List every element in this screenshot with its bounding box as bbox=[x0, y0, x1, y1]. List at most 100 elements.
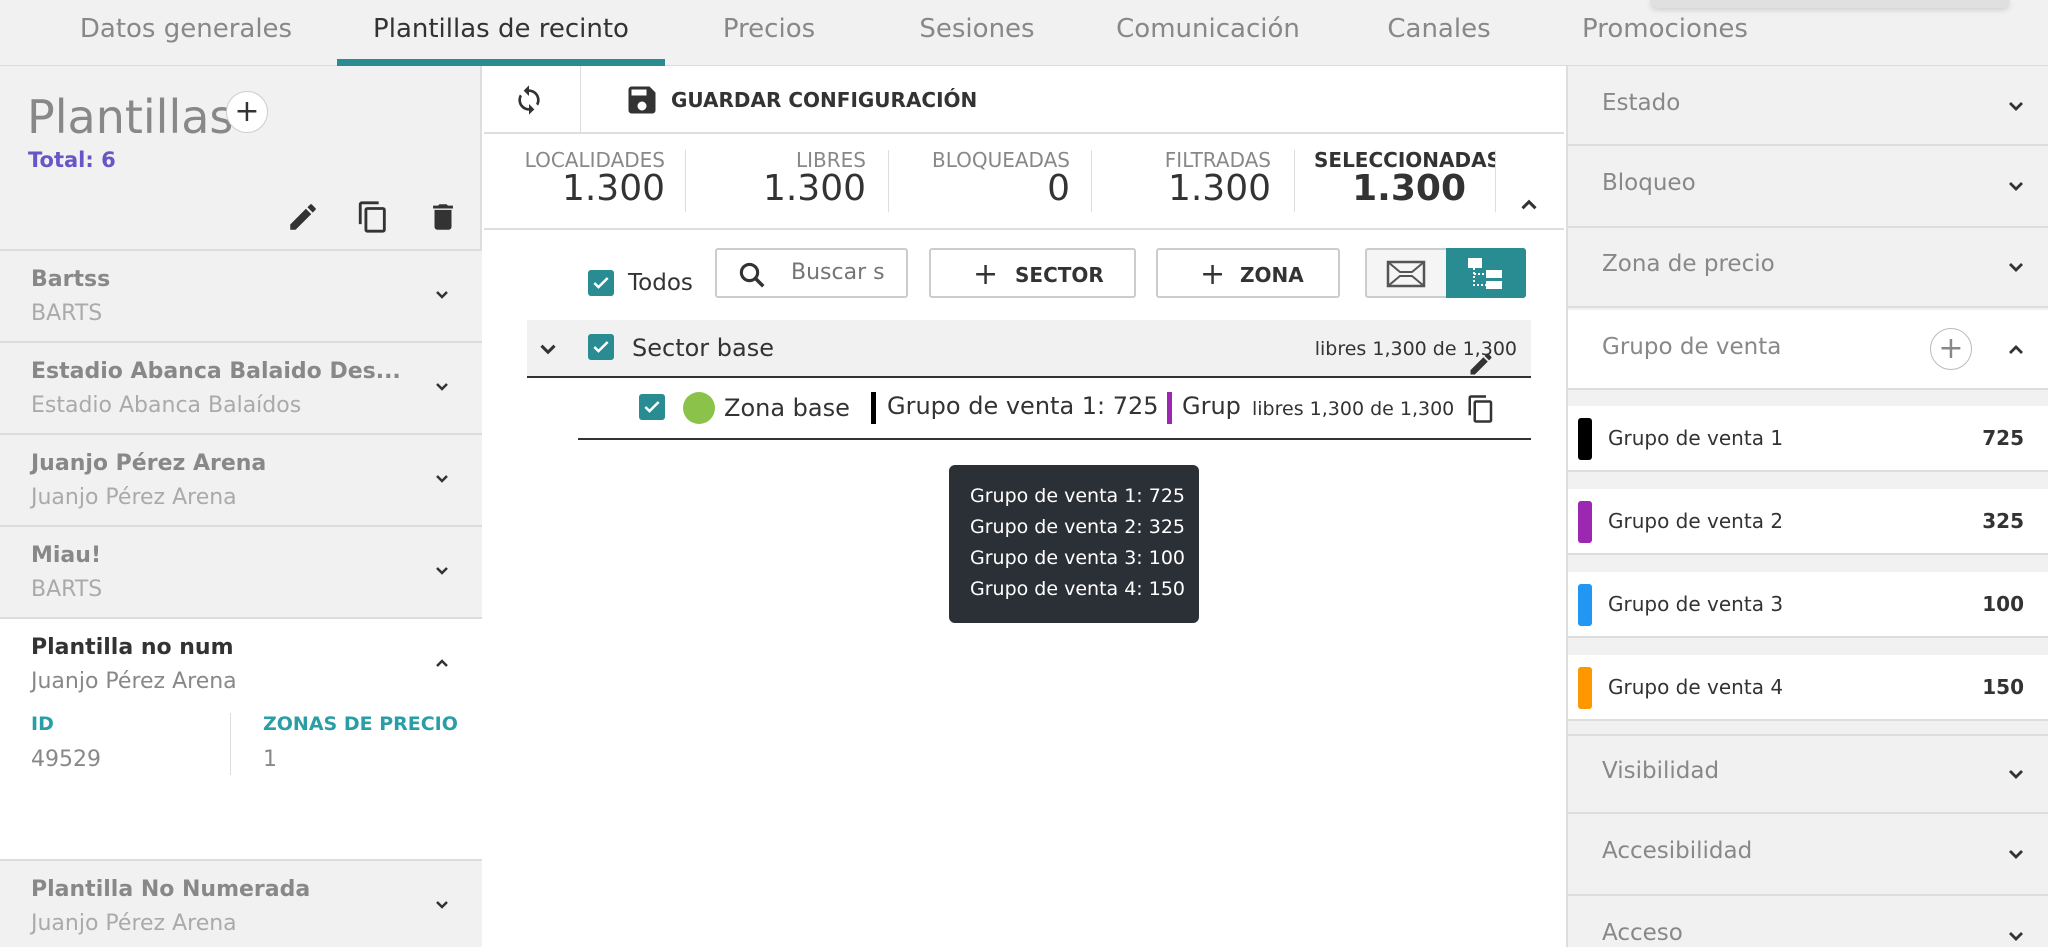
select-all-checkbox[interactable] bbox=[588, 270, 614, 296]
chevron-down-icon[interactable] bbox=[430, 283, 454, 307]
search-icon bbox=[739, 262, 765, 288]
sector-checkbox[interactable] bbox=[588, 334, 614, 360]
tab-canales[interactable]: Canales bbox=[1380, 0, 1498, 66]
filter-accesibilidad[interactable]: Accesibilidad bbox=[1568, 816, 2048, 896]
delete-icon[interactable] bbox=[426, 200, 460, 234]
chevron-down-icon[interactable] bbox=[2004, 255, 2028, 279]
sales-group-count: 150 bbox=[1982, 675, 2024, 699]
template-venue: Estadio Abanca Balaídos bbox=[31, 393, 302, 418]
stat-localidades-value: 1.300 bbox=[561, 168, 665, 209]
edit-icon[interactable] bbox=[286, 200, 320, 234]
map-view-button[interactable] bbox=[1365, 248, 1446, 298]
plus-icon: + bbox=[1200, 257, 1226, 292]
filter-zona-de-precio[interactable]: Zona de precio bbox=[1568, 228, 2048, 308]
copy-icon[interactable] bbox=[356, 200, 390, 234]
add-sales-group-button[interactable]: + bbox=[1930, 328, 1972, 370]
folder-tree-icon bbox=[1468, 258, 1502, 289]
template-item[interactable]: Plantilla No Numerada Juanjo Pérez Arena bbox=[0, 861, 482, 947]
zone-group-2: Grup bbox=[1182, 392, 1240, 420]
top-overlay-shadow bbox=[1650, 0, 2010, 8]
tab-sesiones[interactable]: Sesiones bbox=[910, 0, 1044, 66]
template-name: Bartss bbox=[31, 267, 111, 292]
template-venue: Juanjo Pérez Arena bbox=[31, 485, 237, 510]
tab-precios[interactable]: Precios bbox=[688, 0, 850, 66]
sales-group-item[interactable]: Grupo de venta 3 100 bbox=[1568, 572, 2048, 638]
tooltip-line: Grupo de venta 4: 150 bbox=[970, 578, 1185, 600]
chevron-down-icon[interactable] bbox=[2004, 174, 2028, 198]
save-configuration-button[interactable]: GUARDAR CONFIGURACIÓN bbox=[624, 80, 1004, 120]
plus-icon: + bbox=[234, 94, 260, 129]
stat-filtradas-value: 1.300 bbox=[1167, 168, 1271, 209]
template-item-expanded[interactable]: Plantilla no num Juanjo Pérez Arena ID 4… bbox=[0, 619, 482, 861]
filter-label: Estado bbox=[1602, 90, 1681, 116]
chevron-down-icon[interactable] bbox=[2004, 762, 2028, 786]
sales-group-item[interactable]: Grupo de venta 4 150 bbox=[1568, 655, 2048, 721]
plus-icon: + bbox=[1938, 331, 1964, 366]
sales-group-count: 100 bbox=[1982, 592, 2024, 616]
stat-seleccionadas: SELECCIONADAS 1.300 bbox=[1310, 148, 1496, 218]
template-item[interactable]: Bartss BARTS bbox=[0, 251, 482, 343]
chevron-down-icon[interactable] bbox=[430, 375, 454, 399]
chevron-down-icon[interactable] bbox=[535, 336, 561, 362]
filter-label: Grupo de venta bbox=[1602, 334, 1782, 360]
tree-view-button[interactable] bbox=[1446, 248, 1526, 298]
tab-plantillas-de-recinto[interactable]: Plantillas de recinto bbox=[337, 0, 665, 66]
price-zones-label: ZONAS DE PRECIO bbox=[263, 713, 458, 735]
tab-datos-generales[interactable]: Datos generales bbox=[72, 0, 300, 66]
add-template-button[interactable]: + bbox=[226, 91, 268, 133]
search-box[interactable] bbox=[715, 248, 908, 298]
template-name: Miau! bbox=[31, 543, 101, 568]
sales-group-item[interactable]: Grupo de venta 2 325 bbox=[1568, 489, 2048, 555]
chevron-down-icon[interactable] bbox=[430, 559, 454, 583]
tab-promociones[interactable]: Promociones bbox=[1576, 0, 1754, 66]
edit-icon[interactable] bbox=[1467, 350, 1495, 378]
stat-bloqueadas-value: 0 bbox=[1047, 168, 1070, 209]
filter-estado[interactable]: Estado bbox=[1568, 66, 2048, 146]
search-input[interactable] bbox=[791, 260, 886, 285]
filter-label: Bloqueo bbox=[1602, 170, 1696, 196]
sales-group-item[interactable]: Grupo de venta 1 725 bbox=[1568, 406, 2048, 472]
price-zones-value: 1 bbox=[263, 747, 277, 772]
sales-group-name: Grupo de venta 4 bbox=[1608, 675, 1784, 699]
chevron-down-icon[interactable] bbox=[2004, 842, 2028, 866]
filter-grupo-de-venta[interactable]: Grupo de venta + bbox=[1568, 310, 2048, 390]
check-icon bbox=[593, 341, 609, 353]
zone-color-dot bbox=[683, 392, 715, 424]
chevron-up-icon[interactable] bbox=[430, 651, 454, 675]
filter-visibilidad[interactable]: Visibilidad bbox=[1568, 734, 2048, 814]
chevron-up-icon[interactable] bbox=[1516, 192, 1542, 218]
top-tab-bar: Datos generales Plantillas de recinto Pr… bbox=[0, 0, 2048, 66]
filter-acceso[interactable]: Acceso bbox=[1568, 898, 2048, 947]
filter-label: Visibilidad bbox=[1602, 758, 1720, 784]
zone-checkbox[interactable] bbox=[639, 394, 665, 420]
chevron-down-icon[interactable] bbox=[2004, 94, 2028, 118]
template-id-value: 49529 bbox=[31, 747, 101, 772]
template-item[interactable]: Miau! BARTS bbox=[0, 527, 482, 619]
tooltip-line: Grupo de venta 3: 100 bbox=[970, 547, 1185, 569]
sector-row[interactable]: Sector base libres 1,300 de 1,300 bbox=[527, 320, 1531, 378]
template-item[interactable]: Juanjo Pérez Arena Juanjo Pérez Arena bbox=[0, 435, 482, 527]
chevron-up-icon[interactable] bbox=[2004, 338, 2028, 362]
add-zone-button[interactable]: + ZONA bbox=[1156, 248, 1340, 298]
filter-bloqueo[interactable]: Bloqueo bbox=[1568, 148, 2048, 228]
tab-comunicacion[interactable]: Comunicación bbox=[1110, 0, 1306, 66]
template-venue: Juanjo Pérez Arena bbox=[31, 669, 237, 694]
zone-row[interactable]: Zona base Grupo de venta 1: 725 Grup lib… bbox=[578, 380, 1531, 440]
save-icon bbox=[628, 86, 656, 114]
check-icon bbox=[593, 277, 609, 289]
stat-libres-value: 1.300 bbox=[762, 168, 866, 209]
chevron-down-icon[interactable] bbox=[430, 893, 454, 917]
plus-icon: + bbox=[973, 257, 999, 292]
divider bbox=[888, 150, 889, 212]
add-sector-button[interactable]: + SECTOR bbox=[929, 248, 1136, 298]
sales-group-swatch bbox=[1578, 584, 1592, 626]
refresh-icon[interactable] bbox=[513, 84, 545, 116]
chevron-down-icon[interactable] bbox=[430, 467, 454, 491]
template-name: Juanjo Pérez Arena bbox=[31, 451, 267, 476]
chevron-down-icon[interactable] bbox=[2004, 924, 2028, 947]
template-venue: BARTS bbox=[31, 301, 103, 326]
sales-group-2-marker bbox=[1167, 392, 1172, 424]
template-item[interactable]: Estadio Abanca Balaido Des... Estadio Ab… bbox=[0, 343, 482, 435]
divider bbox=[580, 66, 581, 134]
copy-icon[interactable] bbox=[1466, 394, 1496, 424]
